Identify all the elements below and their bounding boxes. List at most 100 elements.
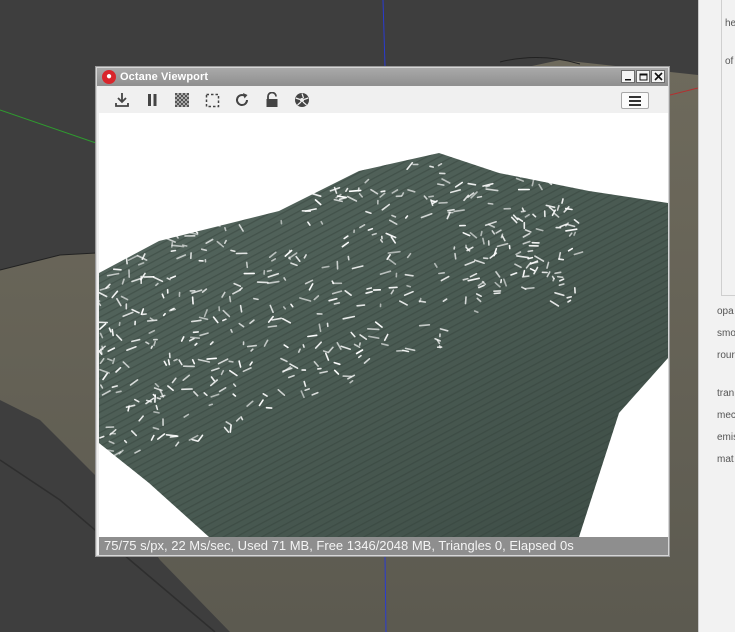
restart-render-button[interactable] — [233, 91, 251, 109]
hamburger-menu-icon — [629, 95, 641, 106]
grass-blade — [167, 359, 171, 366]
grass-blade — [115, 390, 122, 394]
grass-blade — [239, 304, 243, 313]
grass-blade — [321, 265, 330, 269]
grass-blade — [438, 201, 448, 204]
grass-blade — [487, 202, 494, 205]
grass-blade — [402, 349, 410, 353]
viewport-menu-button[interactable] — [621, 92, 649, 109]
grass-blade — [521, 207, 525, 212]
grass-blade — [125, 258, 128, 265]
grass-blade — [99, 457, 104, 462]
grass-blade — [156, 397, 161, 400]
grass-blade — [245, 261, 249, 269]
grass-blade — [302, 344, 305, 348]
grass-blade — [566, 296, 573, 299]
grass-blade — [347, 255, 350, 261]
grass-blade — [283, 277, 287, 281]
octane-viewport-window: ● Octane Viewport 75/75 s/px, 22 Ms/sec,… — [95, 66, 670, 557]
checkerboard-icon — [175, 93, 189, 107]
grass-blade — [366, 287, 373, 290]
dashed-square-icon — [205, 93, 219, 107]
panel-label: of — [725, 56, 734, 67]
close-button[interactable] — [651, 70, 665, 83]
grass-blade — [520, 210, 526, 213]
panel-label: opa — [717, 306, 734, 317]
grass-blade — [485, 184, 491, 188]
grass-blade — [146, 319, 158, 322]
grass-blade — [246, 344, 257, 348]
grass-blade — [228, 360, 234, 363]
grass-blade — [253, 297, 259, 301]
grass-blade — [438, 345, 442, 349]
window-controls — [621, 70, 665, 83]
grass-blade — [418, 297, 422, 303]
grass-blade — [206, 357, 217, 360]
grass-blade — [113, 268, 122, 271]
grass-blade — [366, 328, 380, 331]
grass-blade — [153, 411, 160, 414]
grass-blade — [436, 183, 445, 186]
panel-label: emis — [717, 432, 735, 443]
grass-blade — [283, 306, 286, 310]
region-render-button[interactable] — [203, 91, 221, 109]
grass-blade — [224, 227, 227, 232]
panel-label: mat — [717, 454, 734, 465]
grass-blade — [454, 252, 457, 260]
grass-blade — [482, 237, 485, 245]
grass-blade — [527, 249, 534, 253]
grass-blade — [170, 249, 177, 252]
grass-blade — [561, 198, 564, 204]
grass-blade — [404, 273, 414, 277]
grass-blade — [546, 170, 550, 180]
grass-blade — [191, 296, 194, 305]
grass-blade — [182, 244, 188, 247]
viewport-toolbar — [97, 87, 668, 113]
maximize-icon — [639, 73, 647, 80]
grass-blade — [519, 175, 529, 178]
render-status-bar: 75/75 s/px, 22 Ms/sec, Used 71 MB, Free … — [99, 537, 668, 555]
grass-blade — [428, 195, 435, 198]
panel-label: he — [725, 18, 735, 29]
aperture-icon — [295, 93, 309, 107]
grass-blade — [266, 269, 272, 273]
settings-button[interactable] — [293, 91, 311, 109]
checker-toggle-button[interactable] — [173, 91, 191, 109]
maximize-button[interactable] — [636, 70, 650, 83]
properties-panel: he of opa smo rour tran mec emis mat — [698, 0, 735, 632]
grass-blade — [131, 246, 136, 254]
grass-blade — [522, 269, 526, 277]
window-titlebar[interactable]: ● Octane Viewport — [97, 68, 668, 86]
download-icon — [115, 93, 129, 107]
grass-blade — [200, 248, 208, 252]
grass-blade — [406, 284, 412, 288]
grass-blade — [155, 404, 159, 411]
grass-blade — [229, 424, 232, 433]
minimize-button[interactable] — [621, 70, 635, 83]
grass-blade — [190, 336, 201, 339]
grass-blade — [493, 292, 501, 295]
panel-label: rour — [717, 350, 735, 361]
grass-blade — [550, 173, 555, 177]
grass-blade — [288, 249, 291, 254]
grass-blade — [418, 324, 431, 327]
pause-render-button[interactable] — [143, 91, 161, 109]
render-output[interactable] — [99, 113, 668, 537]
grass-blade — [150, 345, 154, 349]
grass-blade — [348, 189, 362, 193]
grass-blade — [556, 275, 564, 279]
grass-blade — [228, 295, 232, 303]
lock-icon — [266, 92, 278, 107]
save-render-button[interactable] — [113, 91, 131, 109]
grass-blade — [572, 157, 576, 167]
octane-logo-icon: ● — [102, 70, 116, 84]
panel-label: smo — [717, 328, 735, 339]
grass-blade — [447, 208, 455, 212]
grass-blade — [162, 312, 166, 317]
grass-blade — [234, 213, 238, 221]
grass-blade — [111, 328, 114, 337]
grass-blade — [476, 195, 483, 199]
grass-blade — [388, 286, 398, 289]
lock-button[interactable] — [263, 91, 281, 109]
grass-blade — [208, 222, 221, 227]
